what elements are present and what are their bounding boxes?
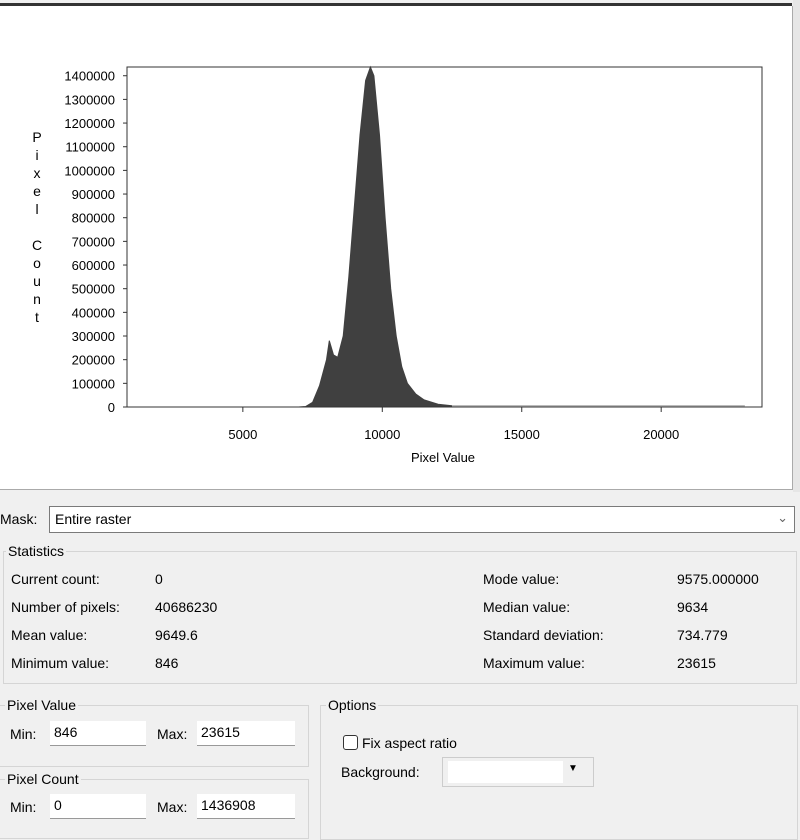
- stat-label: Number of pixels:: [11, 599, 120, 615]
- pixel-value-max-input[interactable]: 23615: [197, 721, 295, 746]
- stat-label: Median value:: [483, 599, 571, 615]
- histogram-area: [127, 65, 762, 408]
- x-tick-label: 20000: [643, 427, 679, 442]
- statistics-title: Statistics: [6, 543, 67, 559]
- scrollbar[interactable]: [793, 0, 800, 492]
- mask-label: Mask:: [0, 511, 38, 527]
- pixel-value-max-label: Max:: [157, 726, 188, 742]
- histogram-chart: 0 100000 200000 300000 400000 500000 600000 700…: [32, 65, 763, 465]
- pixel-value-min-input[interactable]: 846: [50, 721, 146, 746]
- stat-label: Mode value:: [483, 571, 560, 587]
- y-tick-label: 1200000: [64, 116, 115, 131]
- stat-value: 23615: [677, 655, 716, 671]
- x-tick-label: 10000: [364, 427, 400, 442]
- stat-label: Maximum value:: [483, 655, 585, 671]
- x-tick-label: 5000: [228, 427, 257, 442]
- y-tick-label: 200000: [72, 353, 115, 368]
- y-tick-label: 1100000: [65, 140, 115, 155]
- mask-dropdown[interactable]: Entire raster ⌄: [49, 506, 795, 533]
- pixel-count-title: Pixel Count: [5, 771, 81, 787]
- y-tick-label: 300000: [72, 329, 115, 344]
- fix-aspect-ratio-label: Fix aspect ratio: [362, 735, 457, 751]
- background-label: Background:: [341, 764, 420, 780]
- x-axis-label: Pixel Value: [411, 450, 475, 465]
- pixel-count-max-input[interactable]: 1436908: [197, 794, 295, 819]
- y-tick-label: 400000: [72, 305, 115, 320]
- y-tick-label: 1000000: [64, 163, 115, 178]
- y-tick-label: 1400000: [64, 69, 115, 84]
- plot-frame: [126, 66, 763, 408]
- stat-value: 9649.6: [155, 627, 198, 643]
- fix-aspect-ratio-checkbox[interactable]: [343, 735, 358, 750]
- chevron-down-icon: ⌄: [777, 510, 788, 525]
- stat-value: 40686230: [155, 599, 218, 615]
- background-color-swatch: [448, 761, 563, 783]
- options-title: Options: [326, 697, 379, 713]
- pixel-count-min-label: Min:: [10, 799, 37, 815]
- y-tick-label: 100000: [72, 376, 115, 391]
- y-tick-label: 600000: [72, 258, 115, 273]
- pixel-value-title: Pixel Value: [5, 697, 79, 713]
- y-tick-label: 0: [108, 400, 115, 415]
- stat-value: 846: [155, 655, 179, 671]
- stat-label: Current count:: [11, 571, 100, 587]
- y-axis-label: Pixel Count: [32, 129, 42, 325]
- pixel-value-min-label: Min:: [10, 726, 37, 742]
- stat-label: Standard deviation:: [483, 627, 604, 643]
- dropdown-arrow-icon: ▼: [568, 763, 578, 774]
- stat-label: Mean value:: [11, 627, 88, 643]
- y-tick-label: 800000: [72, 211, 115, 226]
- background-color-dropdown[interactable]: ▼: [442, 757, 594, 787]
- stat-value: 9634: [677, 599, 709, 615]
- mask-value: Entire raster: [55, 511, 132, 527]
- y-tick-label: 900000: [72, 187, 115, 202]
- y-tick-label: 700000: [72, 234, 115, 249]
- stat-value: 0: [155, 571, 163, 587]
- x-tick-label: 15000: [504, 427, 540, 442]
- stat-label: Minimum value:: [11, 655, 110, 671]
- stat-value: 734.779: [677, 627, 728, 643]
- stat-value: 9575.000000: [677, 571, 759, 587]
- y-tick-label: 500000: [72, 282, 115, 297]
- y-tick-label: 1300000: [64, 92, 115, 107]
- pixel-count-max-label: Max:: [157, 799, 188, 815]
- pixel-count-min-input[interactable]: 0: [50, 794, 146, 819]
